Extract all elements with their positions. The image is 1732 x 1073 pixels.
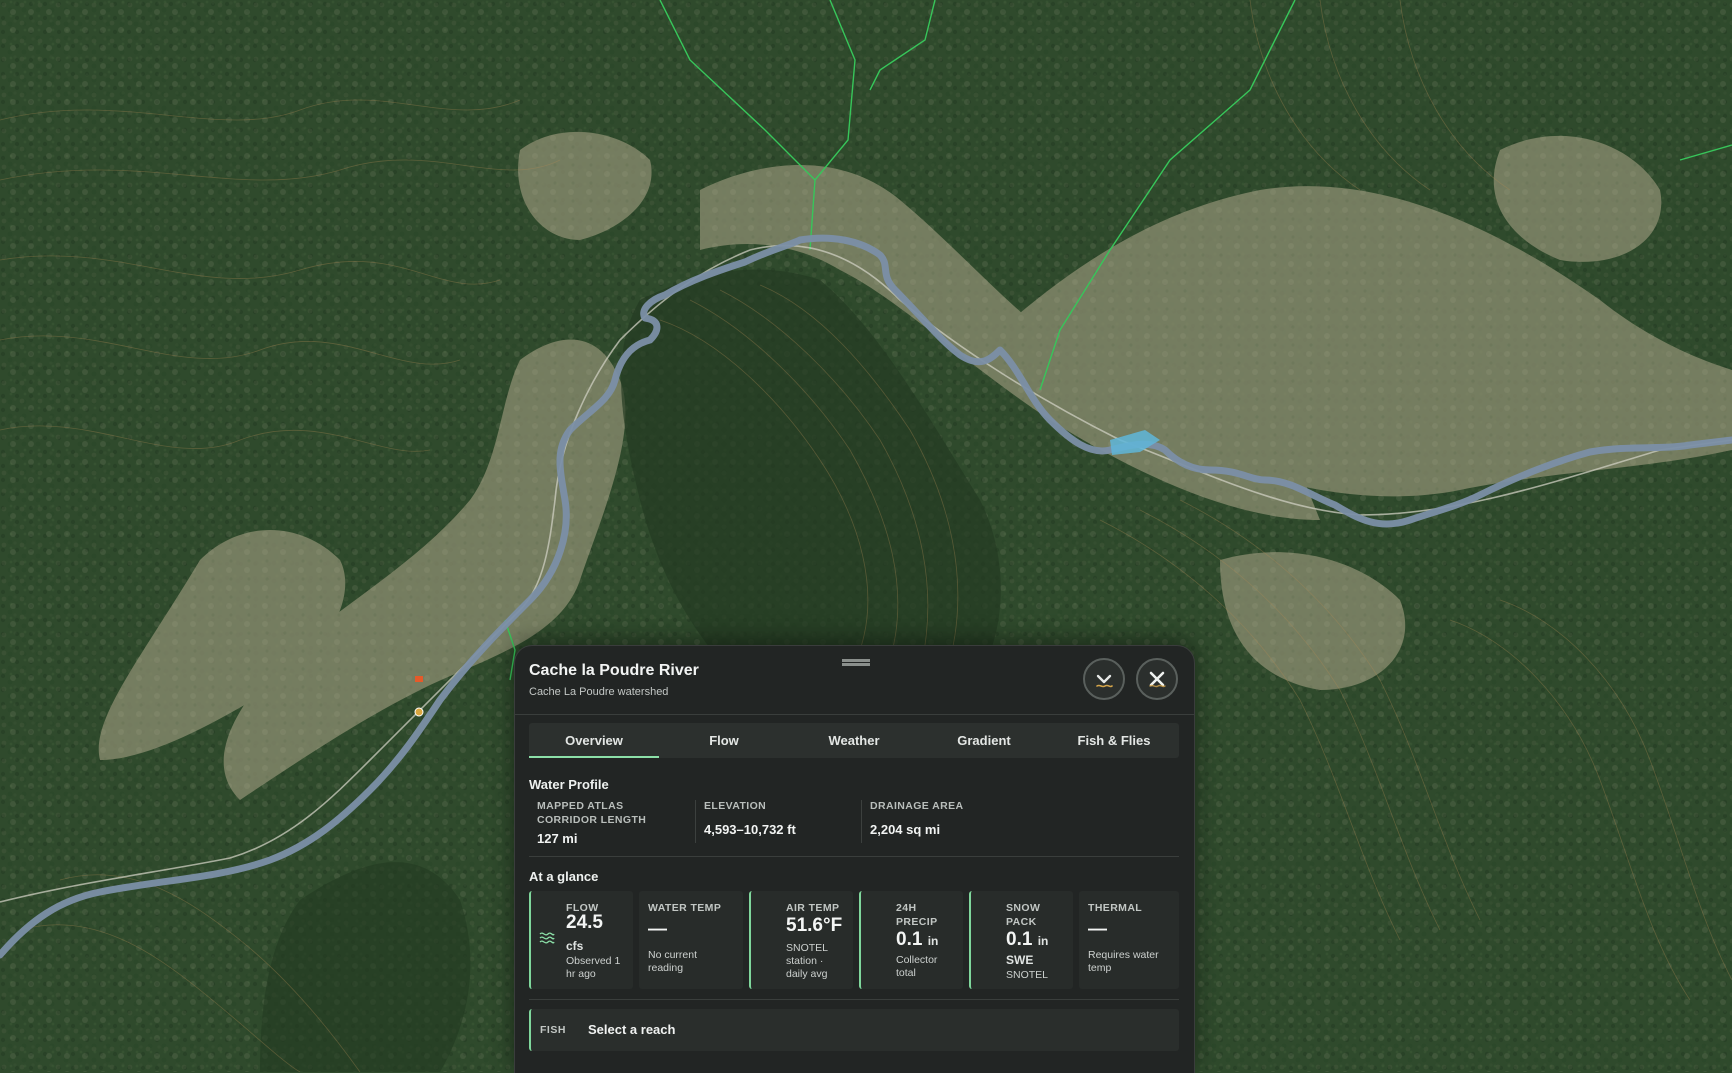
air-temp-note: SNOTEL station · daily avg bbox=[786, 942, 828, 980]
snow-unit-swe: SWE bbox=[1006, 953, 1034, 967]
flow-card[interactable]: FLOW 24.5 cfs Observed 1 hr ago bbox=[529, 891, 633, 989]
profile-label: ELEVATION bbox=[704, 800, 767, 812]
fish-value: Select a reach bbox=[588, 1022, 676, 1037]
snow-value: 0.1 bbox=[1006, 929, 1033, 950]
snow-pack-label: SNOW PACK bbox=[1006, 902, 1041, 928]
flow-unit: cfs bbox=[566, 939, 584, 953]
flow-note: Observed 1 hr ago bbox=[566, 955, 621, 980]
tab-flow[interactable]: Flow bbox=[659, 723, 789, 758]
air-temp-value: 51.6°F bbox=[786, 915, 843, 936]
thermal-note: Requires water temp bbox=[1088, 949, 1159, 974]
chevron-down-icon bbox=[1096, 674, 1113, 688]
snow-pack-card[interactable]: SNOW PACK 0.1 in SWE SNOTEL bbox=[969, 891, 1073, 989]
section-divider bbox=[529, 999, 1179, 1000]
profile-divider bbox=[861, 800, 862, 843]
profile-value: 127 mi bbox=[537, 831, 578, 846]
tab-weather[interactable]: Weather bbox=[789, 723, 919, 758]
profile-value: 2,204 sq mi bbox=[870, 822, 941, 837]
water-temp-card[interactable]: WATER TEMP — No current reading bbox=[639, 891, 743, 989]
profile-drainage-area: DRAINAGE AREA 2,204 sq mi bbox=[870, 799, 1020, 837]
panel-tabs: Overview Flow Weather Gradient Fish & Fl… bbox=[529, 723, 1179, 758]
snow-unit: in bbox=[1037, 934, 1049, 948]
collapse-button[interactable] bbox=[1083, 658, 1125, 700]
water-temp-note: No current reading bbox=[648, 949, 698, 974]
thermal-label: THERMAL bbox=[1088, 902, 1143, 914]
water-temp-value: — bbox=[648, 919, 667, 940]
tab-fish-and-flies[interactable]: Fish & Flies bbox=[1049, 723, 1179, 758]
close-icon bbox=[1149, 671, 1166, 688]
air-temp-card[interactable]: AIR TEMP 51.6°F SNOTEL station · daily a… bbox=[749, 891, 853, 989]
river-detail-panel: Cache la Poudre River Cache La Poudre wa… bbox=[514, 645, 1195, 1073]
profile-label: MAPPED ATLAS CORRIDOR LENGTH bbox=[537, 800, 647, 826]
profile-label: DRAINAGE AREA bbox=[870, 800, 964, 812]
section-divider bbox=[529, 856, 1179, 857]
profile-corridor-length: MAPPED ATLAS CORRIDOR LENGTH 127 mi bbox=[537, 799, 682, 846]
drag-handle[interactable] bbox=[842, 659, 870, 666]
water-profile-heading: Water Profile bbox=[529, 777, 609, 792]
snow-note: SNOTEL bbox=[1006, 969, 1049, 981]
close-button[interactable] bbox=[1136, 658, 1178, 700]
waves-icon bbox=[539, 932, 555, 944]
precip-card[interactable]: 24H PRECIP 0.1 in Collector total bbox=[859, 891, 963, 989]
panel-subtitle: Cache La Poudre watershed bbox=[529, 686, 669, 698]
tab-gradient[interactable]: Gradient bbox=[919, 723, 1049, 758]
fish-reach-selector[interactable]: FISH Select a reach bbox=[529, 1009, 1179, 1051]
precip-unit: in bbox=[927, 934, 939, 948]
at-a-glance-heading: At a glance bbox=[529, 869, 599, 884]
profile-value: 4,593–10,732 ft bbox=[704, 822, 796, 837]
thermal-card[interactable]: THERMAL — Requires water temp bbox=[1079, 891, 1179, 989]
precip-note: Collector total bbox=[896, 954, 938, 979]
snow-value-row: 0.1 in bbox=[1006, 929, 1048, 951]
thermal-value: — bbox=[1088, 919, 1107, 940]
precip-value-row: 0.1 in bbox=[896, 929, 938, 951]
header-divider bbox=[515, 714, 1194, 715]
air-temp-label: AIR TEMP bbox=[786, 902, 840, 914]
precip-value: 0.1 bbox=[896, 929, 923, 950]
flow-value: 24.5 bbox=[566, 912, 603, 933]
tab-overview[interactable]: Overview bbox=[529, 723, 659, 758]
water-temp-label: WATER TEMP bbox=[648, 902, 722, 914]
profile-elevation: ELEVATION 4,593–10,732 ft bbox=[704, 799, 854, 837]
precip-label: 24H PRECIP bbox=[896, 902, 938, 928]
fish-label: FISH bbox=[540, 1024, 566, 1036]
profile-divider bbox=[695, 800, 696, 843]
panel-title: Cache la Poudre River bbox=[529, 662, 699, 679]
